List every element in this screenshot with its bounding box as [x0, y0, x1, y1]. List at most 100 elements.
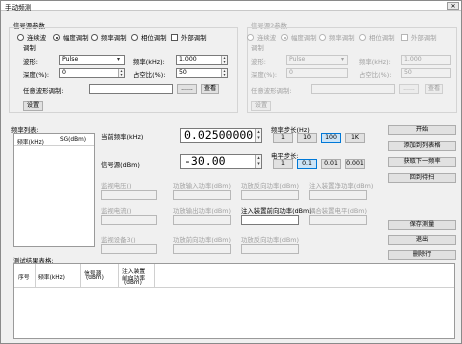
current-freq-value: 0.02500000 [184, 128, 254, 142]
add-to-list-button[interactable]: 添加到列表格 [388, 141, 456, 151]
depth-spinner[interactable]: ▴ ▾ [118, 69, 124, 77]
view-button[interactable]: 查看 [201, 84, 219, 94]
duty2-value: 50 [404, 69, 412, 76]
amp-reverse-power-field [241, 190, 299, 200]
current-freq-spinner[interactable]: ▴ ▾ [255, 129, 261, 142]
mod-freq-spinner[interactable]: ▴ ▾ [221, 56, 227, 64]
injector-net-power-label: 注入装置净功率(dBm) [309, 182, 374, 190]
depth2-label: 深度(%): [251, 71, 277, 79]
arb-wave-field[interactable] [89, 84, 173, 94]
results-header-divider [14, 287, 454, 288]
amp-output-power-field [173, 215, 231, 225]
freq-list-header-divider [14, 145, 94, 146]
mode-label-pm: 相位调制 [141, 34, 167, 42]
chevron-down-icon[interactable]: ▾ [117, 56, 120, 63]
duty-label: 占空比(%): [133, 71, 166, 79]
exit-button[interactable]: 退出 [388, 235, 456, 245]
back-to-start-button[interactable]: 回到待扫 [388, 173, 456, 183]
delete-row-button[interactable]: 删除行 [388, 250, 456, 260]
mod-freq2-field[interactable]: 1.000 [401, 55, 451, 65]
mode-radio-pm[interactable] [131, 34, 138, 41]
set2-button[interactable]: 设置 [251, 101, 271, 111]
results-col-divider [80, 264, 81, 287]
signal-level-field[interactable]: -30.00 [180, 154, 262, 169]
freq-step-10[interactable]: 10 [297, 133, 317, 143]
get-next-freq-button[interactable]: 获取下一频率 [388, 157, 456, 167]
mod-freq-label: 频率(kHz): [133, 58, 165, 66]
external-mod-checkbox[interactable] [171, 34, 178, 41]
signal-level-label: 信号源(dBm) [101, 161, 140, 169]
coupler-level-label: 耦合装置电平(dBm) [309, 207, 367, 215]
view2-button[interactable]: 查看 [425, 84, 443, 94]
mode2-radio-fm[interactable] [319, 34, 326, 41]
monitor-voltage-label: 监视电压() [101, 182, 132, 190]
results-col-freq: 频率(kHz) [38, 275, 65, 281]
monitor-device3-field [101, 244, 157, 254]
results-col-signal-l2: (dBm) [86, 275, 104, 281]
monitor-current-field [101, 215, 157, 225]
coupler-level-field [309, 215, 367, 225]
start-button[interactable]: 开始 [388, 125, 456, 135]
mode2-radio-cw[interactable] [247, 34, 254, 41]
set-button[interactable]: 设置 [23, 101, 43, 111]
injector-forward-power-field [241, 215, 299, 225]
mode-radio-cw[interactable] [17, 34, 24, 41]
mode2-label-cw: 连续波 [257, 34, 277, 42]
waveform-label: 波形: [23, 58, 38, 66]
freq-step-1[interactable]: 1 [273, 133, 293, 143]
waveform-select[interactable]: Pulse [59, 55, 125, 65]
browse2-button[interactable]: ...... [399, 84, 419, 94]
amp-input-power-field [173, 190, 231, 200]
duty2-field[interactable]: 50 [401, 68, 451, 78]
mode2-radio-pm[interactable] [359, 34, 366, 41]
arb-wave-label: 任意波形调制: [23, 87, 64, 95]
duty-value: 50 [179, 69, 187, 76]
mod-freq2-value: 1.000 [404, 56, 422, 63]
freq-step-100[interactable]: 100 [321, 133, 341, 143]
depth-label: 深度(%): [23, 71, 49, 79]
waveform-value: Pulse [62, 56, 79, 63]
results-col-divider [154, 264, 155, 287]
duty-spinner[interactable]: ▴ ▾ [221, 69, 227, 77]
depth2-field[interactable]: 0 [286, 68, 348, 78]
level-step-0.001[interactable]: 0.001 [345, 159, 365, 169]
mod2-line2-label: 调制 [251, 44, 264, 52]
monitor-device3-label: 监视设备3() [101, 236, 136, 244]
mod-line2-label: 调制 [23, 44, 36, 52]
amp-output-power-label: 功放输出功率(dBm) [173, 207, 231, 215]
depth2-value: 0 [289, 69, 293, 76]
results-table[interactable]: 序号 频率(kHz) 信号源 (dBm) 注入装置 前向功率 (dBm) [13, 263, 455, 339]
monitor-current-label: 监视电流() [101, 207, 132, 215]
save-measurement-button[interactable]: 保存测量 [388, 220, 456, 230]
mode2-label-fm: 频率调制 [329, 34, 355, 42]
freq-list[interactable]: 频率(kHz) SG(dBm) [13, 133, 95, 247]
waveform2-select[interactable]: Pulse [286, 55, 348, 65]
injector-net-power-field [309, 190, 367, 200]
mode-label-am: 幅度调制 [63, 34, 89, 42]
mode2-label-am: 幅度调制 [291, 34, 317, 42]
mod-freq2-label: 频率(kHz): [359, 58, 391, 66]
chevron-down-icon[interactable]: ▾ [341, 56, 344, 63]
arb-wave2-field[interactable] [311, 84, 395, 94]
depth-field[interactable]: 0 [59, 68, 125, 78]
amp-reverse-power-label: 功放反向功率(dBm) [241, 182, 299, 190]
mode-radio-fm[interactable] [91, 34, 98, 41]
amp-input-power-label: 功放输入功率(dBm) [173, 182, 231, 190]
level-step-0.1[interactable]: 0.1 [297, 159, 317, 169]
external-mod2-checkbox[interactable] [401, 34, 408, 41]
mode2-label-pm: 相位调制 [369, 34, 395, 42]
close-button[interactable]: ✕ [447, 2, 459, 10]
duty2-label: 占空比(%): [359, 71, 392, 79]
browse-button[interactable]: ...... [177, 84, 197, 94]
window-title: 手动频测 [5, 4, 32, 12]
mode-radio-am[interactable] [53, 34, 60, 41]
mode2-radio-am[interactable] [281, 34, 288, 41]
level-step-0.01[interactable]: 0.01 [321, 159, 341, 169]
mode-label-fm: 频率调制 [101, 34, 127, 42]
current-freq-field[interactable]: 0.02500000 [180, 128, 262, 143]
signal-level-spinner[interactable]: ▴ ▾ [255, 155, 261, 168]
amp-reverse-power2-label: 功放反向功率(dBm) [241, 236, 299, 244]
mode-label-cw: 连续波 [27, 34, 47, 42]
freq-step-1k[interactable]: 1K [345, 133, 365, 143]
level-step-1[interactable]: 1 [273, 159, 293, 169]
